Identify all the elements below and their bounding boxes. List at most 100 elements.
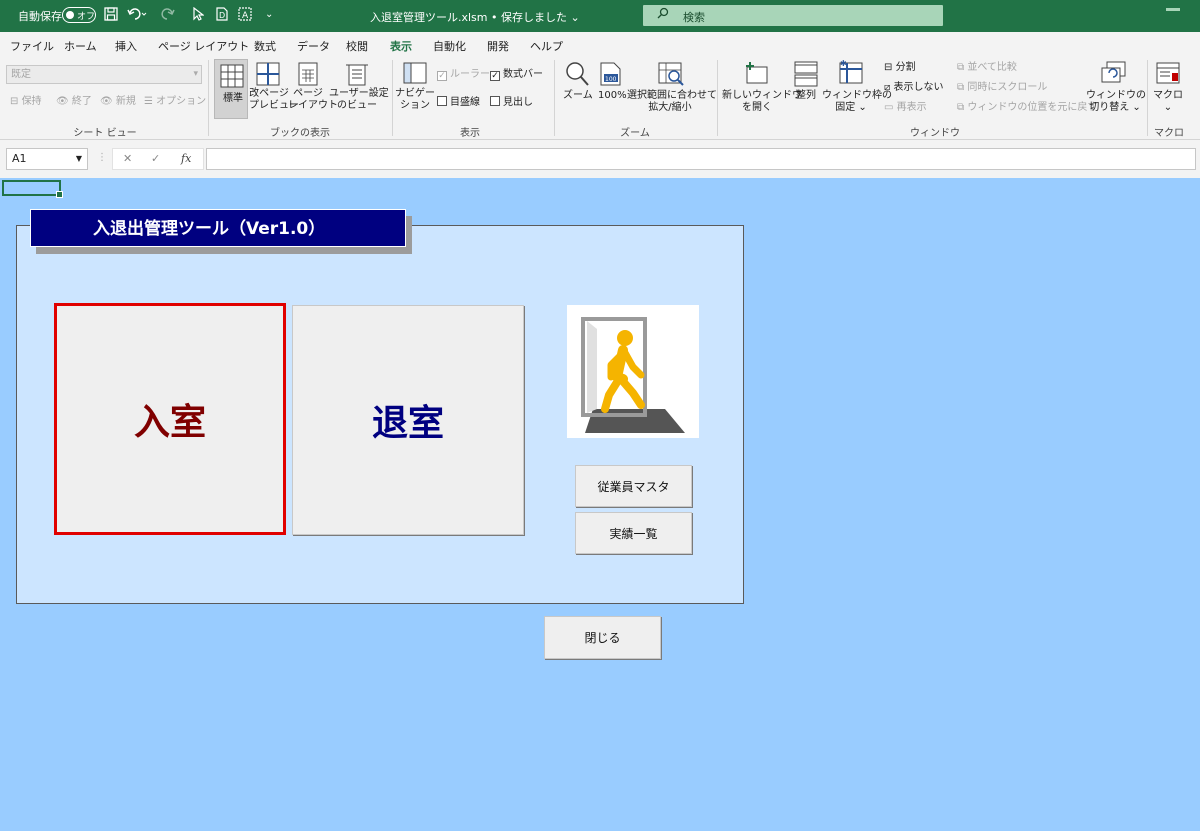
text-box-icon[interactable]: A xyxy=(238,7,252,25)
ruler-checkbox[interactable]: ✓ ルーラー xyxy=(437,69,490,81)
navigation-icon[interactable] xyxy=(403,62,427,84)
ribbon-separator xyxy=(717,60,718,136)
tab-home[interactable]: ホーム xyxy=(64,38,97,54)
zoom-100-label[interactable]: 100% xyxy=(598,90,627,102)
exit-room-button[interactable]: 退室 xyxy=(292,305,524,535)
page-break-preview-icon[interactable] xyxy=(256,62,280,86)
title-bar: 自動保存 オフ D A ⌄ 入退室管理ツール.xlsm • 保存しました ⌄ 検… xyxy=(0,0,1200,32)
synchronous-scrolling-button[interactable]: ⧉ 同時にスクロール xyxy=(957,82,1047,94)
document-title: 入退室管理ツール.xlsm • 保存しました ⌄ xyxy=(370,11,580,24)
custom-views-label[interactable]: ユーザー設定 のビュー xyxy=(329,88,389,112)
enter-icon[interactable]: ✓ xyxy=(151,152,160,165)
page-layout-label[interactable]: ページ レイアウト xyxy=(288,88,338,112)
new-window-icon[interactable] xyxy=(744,61,770,85)
sheet-view-options[interactable]: ☰ オプション xyxy=(144,96,206,108)
page-break-preview-label[interactable]: 改ページ プレビュー xyxy=(249,88,299,112)
normal-view-icon xyxy=(220,64,244,88)
tab-review[interactable]: 校閲 xyxy=(346,38,368,54)
save-icon[interactable] xyxy=(104,7,118,25)
custom-views-icon[interactable] xyxy=(345,62,369,86)
group-label-workbook-views: ブックの表示 xyxy=(270,128,330,139)
split-button[interactable]: ⊟ 分割 xyxy=(884,62,916,74)
enter-room-button[interactable]: 入室 xyxy=(54,303,286,535)
ribbon-display-icon[interactable] xyxy=(1166,8,1180,11)
sheet-view-new[interactable]: 👁 新規 xyxy=(100,96,136,108)
sheet-view-value: 既定 xyxy=(11,69,31,80)
formula-input[interactable] xyxy=(206,148,1196,170)
cancel-icon[interactable]: ✕ xyxy=(123,152,132,165)
tab-automate[interactable]: 自動化 xyxy=(433,38,466,54)
autosave-toggle-label: オフ xyxy=(77,12,96,22)
tab-help[interactable]: ヘルプ xyxy=(530,38,563,54)
formula-bar: A1 ▼ ⋮ ✕ ✓ fx xyxy=(0,140,1200,178)
ribbon-separator xyxy=(392,60,393,136)
tab-formulas[interactable]: 数式 xyxy=(254,38,276,54)
worksheet[interactable]: 入退出管理ツール（Ver1.0） 入室 退室 従業員マスタ 実績一覧 閉じる xyxy=(0,178,1200,831)
active-cell-a1[interactable] xyxy=(2,180,63,198)
view-side-by-side-button[interactable]: ⧉ 並べて比較 xyxy=(957,62,1017,74)
switch-windows-icon[interactable] xyxy=(1101,61,1127,85)
redo-icon[interactable] xyxy=(160,7,180,25)
sheet-view-keep[interactable]: ⊟ 保持 xyxy=(10,96,42,108)
customize-qat-icon[interactable]: ⌄ xyxy=(265,9,273,20)
employee-master-button[interactable]: 従業員マスタ xyxy=(575,465,692,507)
search-placeholder: 検索 xyxy=(683,11,705,24)
macros-icon[interactable] xyxy=(1156,61,1180,85)
arrange-all-icon[interactable] xyxy=(794,61,818,87)
freeze-panes-icon[interactable]: ✱ xyxy=(838,59,864,85)
group-label-show: 表示 xyxy=(460,128,480,139)
navigation-label[interactable]: ナビゲー ション xyxy=(395,88,435,112)
switch-windows-label[interactable]: ウィンドウの 切り替え ⌄ xyxy=(1086,90,1146,114)
arrange-all-label[interactable]: 整列 xyxy=(796,90,816,102)
search-box[interactable]: 検索 xyxy=(643,5,943,26)
tab-file[interactable]: ファイル xyxy=(10,38,54,54)
exit-person-image xyxy=(567,305,699,438)
freeze-panes-label[interactable]: ウィンドウ枠の 固定 ⌄ xyxy=(822,90,892,114)
new-window-label[interactable]: 新しいウィンドウ を開く xyxy=(722,90,802,114)
page-layout-icon[interactable] xyxy=(298,62,318,86)
close-button[interactable]: 閉じる xyxy=(544,616,661,659)
ribbon-separator xyxy=(554,60,555,136)
zoom-to-selection-icon[interactable] xyxy=(658,62,684,86)
undo-icon[interactable] xyxy=(127,7,147,25)
tab-page-layout[interactable]: ページ レイアウト xyxy=(158,38,249,54)
sheet-view-exit[interactable]: 👁 終了 xyxy=(56,96,92,108)
headings-checkbox[interactable]: 見出し xyxy=(490,96,533,109)
zoom-100-icon[interactable]: 100 xyxy=(600,62,622,86)
svg-text:100: 100 xyxy=(605,76,617,83)
chevron-down-icon: ▼ xyxy=(75,154,82,163)
chevron-down-icon: ▾ xyxy=(193,69,198,79)
macros-label[interactable]: マクロ ⌄ xyxy=(1153,90,1183,114)
gridlines-checkbox[interactable]: 目盛線 xyxy=(437,96,480,109)
tab-insert[interactable]: 挿入 xyxy=(115,38,137,54)
hide-button[interactable]: ⧄ 表示しない xyxy=(884,82,944,94)
sheet-view-select[interactable]: 既定 ▾ xyxy=(6,65,202,84)
group-label-window: ウィンドウ xyxy=(910,128,960,139)
reset-window-position-button[interactable]: ⧉ ウィンドウの位置を元に戻す xyxy=(957,102,1097,114)
autosave-label: 自動保存 xyxy=(18,10,62,23)
zoom-label[interactable]: ズーム xyxy=(563,90,593,102)
name-box[interactable]: A1 ▼ xyxy=(6,148,88,170)
normal-view-button[interactable]: 標準 xyxy=(214,59,248,119)
tab-data[interactable]: データ xyxy=(297,38,330,54)
autosave-toggle[interactable]: オフ xyxy=(62,7,96,23)
tool-title: 入退出管理ツール（Ver1.0） xyxy=(30,209,406,247)
normal-view-label: 標準 xyxy=(223,93,243,104)
svg-text:✱: ✱ xyxy=(840,59,847,68)
ribbon-separator xyxy=(208,60,209,136)
zoom-icon[interactable] xyxy=(565,61,589,87)
formula-buttons: ✕ ✓ fx xyxy=(112,148,204,170)
pointer-icon[interactable] xyxy=(192,6,205,25)
document-icon[interactable]: D xyxy=(215,7,229,25)
insert-function-icon[interactable]: fx xyxy=(181,152,191,165)
records-list-button[interactable]: 実績一覧 xyxy=(575,512,692,554)
group-label-macros: マクロ xyxy=(1154,128,1184,139)
tab-developer[interactable]: 開発 xyxy=(487,38,509,54)
unhide-button[interactable]: ▭ 再表示 xyxy=(884,102,927,114)
svg-text:A: A xyxy=(242,11,249,21)
toggle-knob xyxy=(66,10,74,19)
tab-view[interactable]: 表示 xyxy=(388,38,414,59)
formula-bar-checkbox[interactable]: ✓ 数式バー xyxy=(490,69,543,81)
search-icon xyxy=(657,7,669,22)
zoom-to-selection-label[interactable]: 選択範囲に合わせて 拡大/縮小 xyxy=(627,90,717,114)
